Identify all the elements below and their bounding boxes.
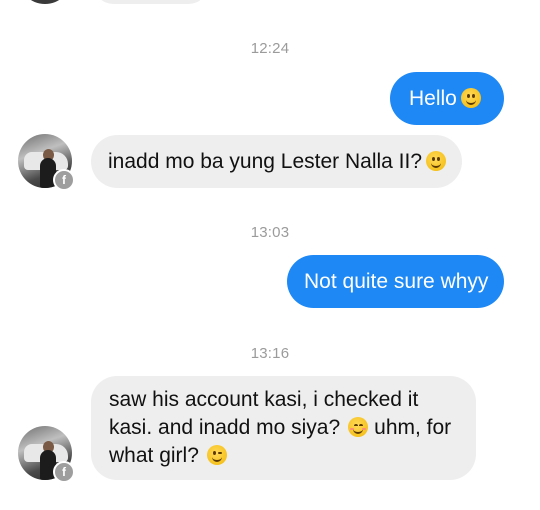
incoming-message-bubble[interactable] xyxy=(92,0,210,4)
incoming-message-bubble[interactable]: inadd mo ba yung Lester Nalla II? xyxy=(91,135,462,188)
blush-emoji-icon xyxy=(348,417,369,437)
smile-emoji-icon xyxy=(460,88,481,108)
message-line: kasi. and inadd mo siya? uhm, for xyxy=(109,414,476,442)
timestamp: 13:03 xyxy=(250,224,290,241)
message-text: Not quite sure whyy xyxy=(304,270,489,293)
incoming-message-bubble[interactable]: saw his account kasi, i checked it kasi.… xyxy=(91,376,476,480)
facebook-icon: f xyxy=(53,169,75,191)
timestamp: 13:16 xyxy=(250,345,290,362)
message-line: saw his account kasi, i checked it xyxy=(109,388,419,411)
wink-emoji-icon xyxy=(206,445,227,465)
message-text: kasi. and inadd mo siya? xyxy=(109,416,341,439)
outgoing-message-bubble[interactable]: Hello xyxy=(390,72,504,125)
message-text: uhm, for xyxy=(374,416,452,439)
outgoing-message-bubble[interactable]: Not quite sure whyy xyxy=(287,255,504,308)
message-text: inadd mo ba yung Lester Nalla II? xyxy=(108,150,423,173)
message-text: Hello xyxy=(409,87,457,110)
message-line: what girl? xyxy=(109,442,476,470)
timestamp: 12:24 xyxy=(250,40,290,57)
message-text: what girl? xyxy=(109,444,199,467)
avatar[interactable] xyxy=(18,0,72,4)
smile-emoji-icon xyxy=(426,151,447,171)
facebook-icon: f xyxy=(53,461,75,483)
